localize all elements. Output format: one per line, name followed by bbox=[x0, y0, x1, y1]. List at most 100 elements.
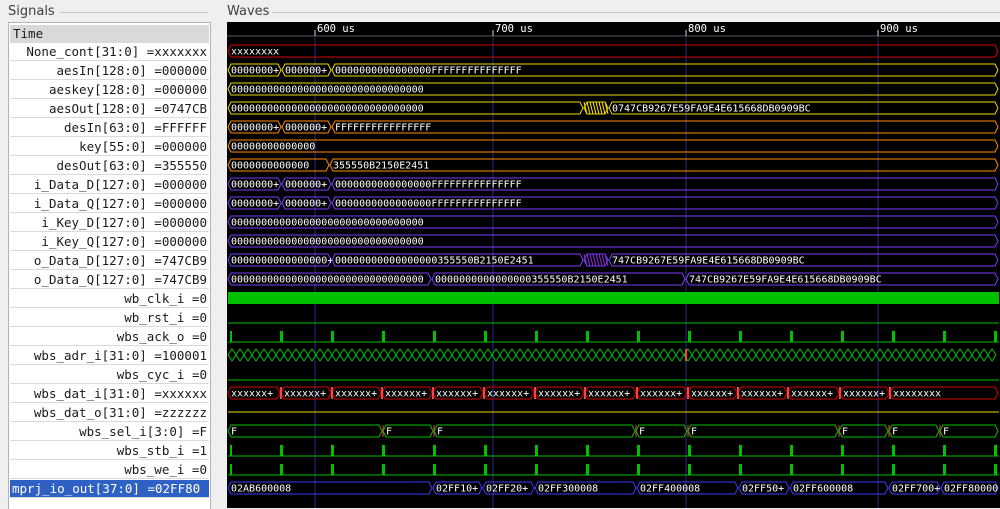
signal-label: wb_clk_i =0 bbox=[124, 291, 207, 306]
signal-row[interactable]: None_cont[31:0] =xxxxxxx bbox=[10, 43, 209, 61]
signal-row[interactable]: desIn[63:0] =FFFFFF bbox=[10, 119, 209, 137]
bit-pulse bbox=[332, 331, 334, 342]
bus-value: 00000000000000000000000000000000 bbox=[231, 237, 424, 248]
signal-row[interactable]: o_Data_D[127:0] =747CB9 bbox=[10, 252, 209, 270]
signal-row[interactable]: aesOut[128:0] =0747CB bbox=[10, 100, 209, 118]
signal-row[interactable]: mprj_io_out[37:0] =02FF80 bbox=[10, 480, 209, 498]
bit-pulse bbox=[281, 445, 283, 456]
signal-row[interactable]: wbs_sel_i[3:0] =F bbox=[10, 423, 209, 441]
bit-pulse bbox=[943, 445, 944, 456]
bit-pulse bbox=[994, 445, 995, 456]
bit-pulse bbox=[842, 445, 844, 456]
bit-pulse bbox=[740, 445, 742, 456]
signal-row[interactable]: wbs_we_i =0 bbox=[10, 461, 209, 479]
bit-pulse bbox=[944, 331, 946, 342]
signal-label: wb_rst_i =0 bbox=[124, 310, 207, 325]
bit-pulse bbox=[535, 331, 536, 342]
bit-pulse bbox=[790, 445, 791, 456]
signal-label: o_Data_Q[127:0] =747CB9 bbox=[33, 272, 207, 287]
signal-row[interactable]: wb_clk_i =0 bbox=[10, 290, 209, 308]
bit-pulse bbox=[842, 331, 844, 342]
bit-pulse bbox=[331, 445, 332, 456]
bus-value: 0000000+ bbox=[231, 66, 279, 77]
bus-value: xxxxxx+ bbox=[588, 389, 630, 400]
signal-row[interactable]: wbs_dat_o[31:0] =zzzzzz bbox=[10, 404, 209, 422]
bit-pulse bbox=[638, 464, 640, 475]
bit-pulse bbox=[587, 464, 589, 475]
bus-value: F bbox=[386, 427, 392, 438]
bit-pulse bbox=[382, 445, 383, 456]
bit-pulse bbox=[434, 445, 436, 456]
bit-pulse bbox=[637, 445, 638, 456]
bus-value: xxxxxxxx bbox=[893, 389, 941, 400]
bit-pulse bbox=[281, 464, 283, 475]
bit-pulse bbox=[739, 445, 740, 456]
bus-value: F bbox=[437, 427, 443, 438]
signal-row[interactable]: wbs_cyc_i =0 bbox=[10, 366, 209, 384]
bus-value: xxxxxx+ bbox=[335, 389, 377, 400]
signal-label: wbs_we_i =0 bbox=[124, 462, 207, 477]
bus-value: 00000000000000000000000000000000 bbox=[231, 218, 424, 229]
bus-value: 02FF600008 bbox=[793, 484, 853, 495]
signal-row-time[interactable]: Time bbox=[10, 25, 209, 43]
bus-value: xxxxxx+ bbox=[843, 389, 885, 400]
bus-value: 000000+ bbox=[285, 123, 327, 134]
bit-pulse bbox=[382, 331, 383, 342]
bus-value: F bbox=[231, 427, 237, 438]
bus-value: xxxxxx+ bbox=[538, 389, 580, 400]
bus-value: 02FF700+ bbox=[892, 484, 940, 495]
signal-label: wbs_cyc_i =0 bbox=[116, 367, 207, 382]
ruler-label: 800 us bbox=[688, 23, 726, 35]
bus-value: 00000000000000 bbox=[231, 142, 315, 153]
bus-value: 0000000+ bbox=[231, 199, 279, 210]
bit-pulse bbox=[995, 331, 997, 342]
signals-list[interactable]: Time None_cont[31:0] =xxxxxxx aesIn[128:0… bbox=[8, 22, 211, 509]
bit-pulse bbox=[485, 445, 487, 456]
bit-pulse bbox=[943, 464, 944, 475]
signal-label: wbs_dat_i[31:0] =xxxxxx bbox=[33, 386, 207, 401]
bit-pulse bbox=[892, 464, 893, 475]
signal-label: wbs_sel_i[3:0] =F bbox=[79, 424, 207, 439]
signal-row[interactable]: wb_rst_i =0 bbox=[10, 309, 209, 327]
signal-row[interactable]: wbs_adr_i[31:0] =100001 bbox=[10, 347, 209, 365]
signal-label: wbs_dat_o[31:0] =zzzzzz bbox=[33, 405, 207, 420]
bit-pulse bbox=[944, 445, 946, 456]
signal-label: desIn[63:0] =FFFFFF bbox=[64, 120, 207, 135]
signal-row[interactable]: aesIn[128:0] =000000 bbox=[10, 62, 209, 80]
bus-value: 0000000000000000355550B2150E2451 bbox=[435, 275, 628, 286]
bus-value: 0747CB9267E59FA9E4E615668DB0909BC bbox=[612, 104, 811, 115]
bus-value: 02FF10+ bbox=[436, 484, 478, 495]
signal-row[interactable]: i_Data_Q[127:0] =000000 bbox=[10, 195, 209, 213]
bit-pulse bbox=[740, 464, 742, 475]
bit-pulse bbox=[841, 445, 842, 456]
waves-canvas[interactable]: 600 us 700 us 800 us 900 us xxxxxxxx 0000000+… bbox=[227, 22, 1000, 508]
signal-row[interactable]: i_Data_D[127:0] =000000 bbox=[10, 176, 209, 194]
signal-row[interactable]: desOut[63:0] =355550 bbox=[10, 157, 209, 175]
bus-value: 000000+ bbox=[285, 199, 327, 210]
signal-row[interactable]: i_Key_D[127:0] =000000 bbox=[10, 214, 209, 232]
bit-pulse bbox=[586, 445, 587, 456]
waves-title-separator bbox=[272, 12, 1000, 13]
signal-row[interactable]: wbs_ack_o =0 bbox=[10, 328, 209, 346]
bit-pulse bbox=[740, 331, 742, 342]
bus-value: 00000000000000000355550B2150E2451 bbox=[335, 256, 534, 267]
signal-row[interactable]: o_Data_Q[127:0] =747CB9 bbox=[10, 271, 209, 289]
signal-row[interactable]: wbs_dat_i[31:0] =xxxxxx bbox=[10, 385, 209, 403]
bit-pulse bbox=[535, 464, 536, 475]
signal-row[interactable]: wbs_stb_i =1 bbox=[10, 442, 209, 460]
signals-pane-title: Signals bbox=[8, 4, 55, 19]
bit-pulse bbox=[433, 464, 434, 475]
bus-value: 0000000000000000+ bbox=[231, 256, 333, 267]
bit-pulse bbox=[994, 464, 995, 475]
bit-pulse bbox=[739, 464, 740, 475]
signal-row[interactable]: key[55:0] =000000 bbox=[10, 138, 209, 156]
signal-row[interactable]: i_Key_Q[127:0] =000000 bbox=[10, 233, 209, 251]
bit-pulse bbox=[485, 331, 487, 342]
signal-label: key[55:0] =000000 bbox=[79, 139, 207, 154]
bit-pulse bbox=[383, 445, 385, 456]
bit-pulse bbox=[382, 464, 383, 475]
bit-pulse bbox=[689, 464, 691, 475]
bit-pulse bbox=[230, 464, 232, 475]
bus-value: 00000000000000000000000000000000 bbox=[231, 104, 424, 115]
signal-row[interactable]: aeskey[128:0] =000000 bbox=[10, 81, 209, 99]
